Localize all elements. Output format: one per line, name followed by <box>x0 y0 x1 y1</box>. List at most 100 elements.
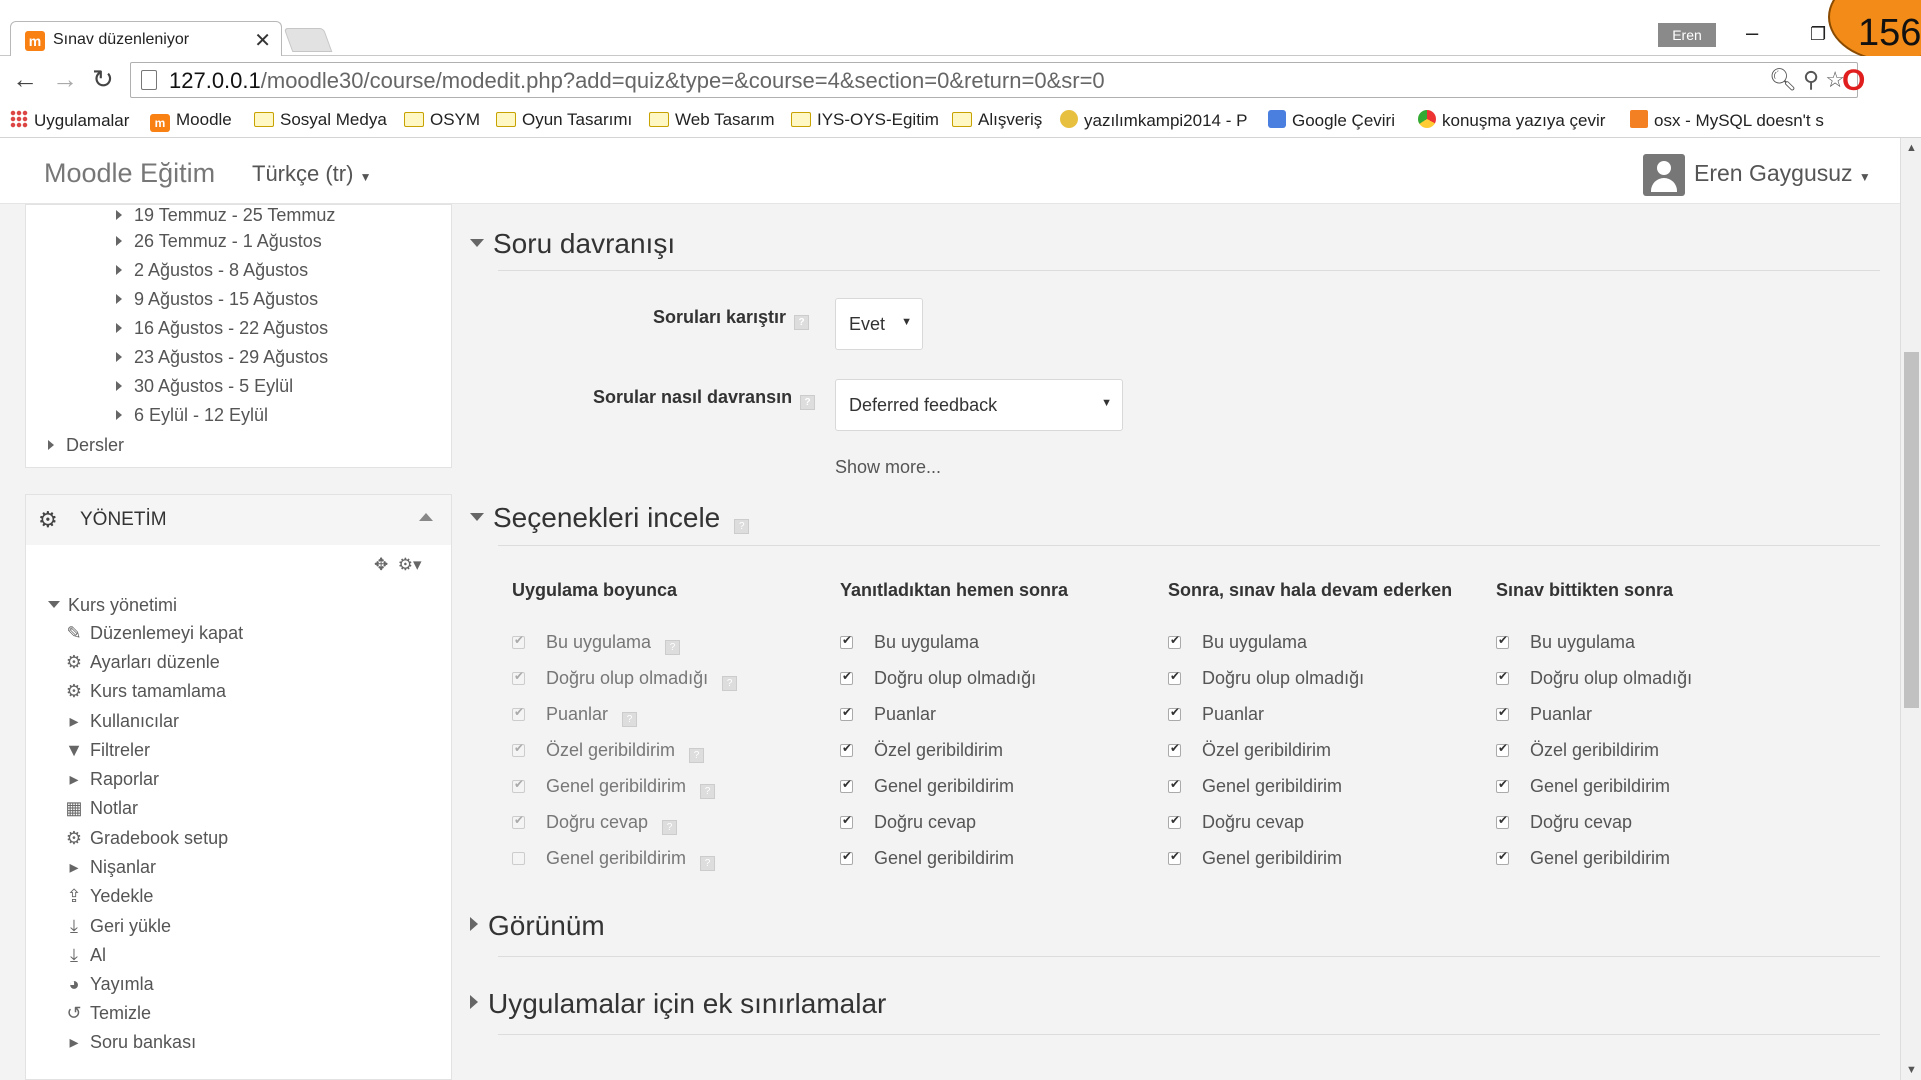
admin-item-yedekle[interactable]: ⇪ Yedekle <box>64 886 153 907</box>
review-option[interactable]: Genel geribildirim <box>1496 776 1670 797</box>
nav-week-item[interactable]: 16 Ağustos - 22 Ağustos <box>116 318 328 339</box>
bookmark-oyun-tasarimi[interactable]: Oyun Tasarımı <box>496 110 632 130</box>
review-option[interactable]: Puanlar <box>840 704 936 725</box>
gear-menu-icon[interactable]: ⚙▾ <box>398 555 422 574</box>
nav-week-item[interactable]: 19 Temmuz - 25 Temmuz <box>116 205 335 226</box>
admin-item-nisanlar[interactable]: ▸ Nişanlar <box>64 857 156 878</box>
scroll-up-icon[interactable]: ▲ <box>1906 142 1917 154</box>
checkbox[interactable] <box>840 777 853 793</box>
admin-item-al[interactable]: ⤓ Al <box>64 945 106 966</box>
review-option[interactable]: Genel geribildirim <box>1496 848 1670 869</box>
help-icon[interactable]: ? <box>665 640 681 655</box>
zoom-icon[interactable]: 🔍︎ <box>1769 67 1797 92</box>
admin-item-notlar[interactable]: ▦ Notlar <box>64 798 138 819</box>
admin-item-filtreler[interactable]: ▼ Filtreler <box>64 740 150 761</box>
review-option[interactable]: Özel geribildirim <box>1496 740 1659 761</box>
back-icon[interactable]: ← <box>12 64 38 95</box>
help-icon[interactable]: ? <box>700 856 716 871</box>
review-option[interactable]: Genel geribildirim <box>840 776 1014 797</box>
page-scrollbar[interactable]: ▲ ▼ <box>1900 138 1921 1080</box>
help-icon[interactable]: ? <box>662 820 678 835</box>
nav-week-item[interactable]: 30 Ağustos - 5 Eylül <box>116 376 293 397</box>
section-review-options[interactable]: Seçenekleri incele? <box>470 502 750 534</box>
bookmark-alisveris[interactable]: Alışveriş <box>952 110 1042 130</box>
checkbox[interactable] <box>1168 669 1181 685</box>
admin-item-raporlar[interactable]: ▸ Raporlar <box>64 769 159 790</box>
checkbox[interactable] <box>1168 741 1181 757</box>
move-icon[interactable]: ✥ <box>374 555 388 574</box>
admin-item-geri-yukle[interactable]: ⤓ Geri yükle <box>64 916 171 937</box>
bookmark-moodle[interactable]: m Moodle <box>150 110 232 132</box>
new-tab-button[interactable] <box>283 28 333 52</box>
address-bar[interactable]: 127.0.0.1/moodle30/course/modedit.php?ad… <box>130 62 1858 98</box>
help-icon[interactable]: ? <box>794 315 810 330</box>
review-option[interactable]: Genel geribildirim <box>1168 776 1342 797</box>
admin-item-ayarlari-duzenle[interactable]: ⚙ Ayarları düzenle <box>64 652 220 673</box>
admin-item-yayimla[interactable]: ◕ Yayımla <box>64 974 154 995</box>
tab-close-icon[interactable]: ✕ <box>254 28 271 53</box>
bookmark-google-ceviri[interactable]: Google Çeviri <box>1268 110 1395 131</box>
restore-icon[interactable]: ❐ <box>1810 24 1826 45</box>
url-text[interactable]: 127.0.0.1/moodle30/course/modedit.php?ad… <box>169 68 1105 94</box>
checkbox[interactable] <box>1496 777 1509 793</box>
nav-week-item[interactable]: 26 Temmuz - 1 Ağustos <box>116 231 322 252</box>
bookmark-apps[interactable]: Uygulamalar <box>10 110 129 131</box>
section-question-behaviour[interactable]: Soru davranışı <box>470 228 675 260</box>
help-icon[interactable]: ? <box>800 395 816 410</box>
scroll-down-icon[interactable]: ▼ <box>1906 1064 1917 1076</box>
nav-week-item[interactable]: 23 Ağustos - 29 Ağustos <box>116 347 328 368</box>
review-option[interactable]: Puanlar <box>1496 704 1592 725</box>
checkbox[interactable] <box>1168 813 1181 829</box>
bookmark-yazilimkampi[interactable]: yazılımkampi2014 - P <box>1060 110 1247 131</box>
forward-icon[interactable]: → <box>52 64 78 95</box>
admin-item-duzenlemeyi-kapat[interactable]: ✎ Düzenlemeyi kapat <box>64 623 243 644</box>
review-option[interactable]: Özel geribildirim <box>840 740 1003 761</box>
review-option[interactable]: Doğru cevap <box>1168 812 1304 833</box>
nav-week-item[interactable]: 6 Eylül - 12 Eylül <box>116 405 268 426</box>
review-option[interactable]: Bu uygulama <box>1168 632 1307 653</box>
review-option[interactable]: Doğru olup olmadığı <box>1496 668 1692 689</box>
checkbox[interactable] <box>1496 741 1509 757</box>
checkbox[interactable] <box>1496 669 1509 685</box>
admin-item-temizle[interactable]: ↺ Temizle <box>64 1003 151 1024</box>
checkbox[interactable] <box>1168 777 1181 793</box>
show-more-link[interactable]: Show more... <box>835 457 941 478</box>
bookmark-mysql[interactable]: osx - MySQL doesn't s <box>1630 110 1824 131</box>
user-menu[interactable]: Eren Gaygusuz ▼ <box>1694 160 1871 187</box>
admin-item-kurs-tamamlama[interactable]: ⚙ Kurs tamamlama <box>64 681 226 702</box>
nav-week-item[interactable]: 2 Ağustos - 8 Ağustos <box>116 260 308 281</box>
checkbox[interactable] <box>1168 849 1181 865</box>
admin-item-gradebook-setup[interactable]: ⚙ Gradebook setup <box>64 828 228 849</box>
bookmark-iys-oys[interactable]: IYS-OYS-Egitim <box>791 110 939 130</box>
checkbox[interactable] <box>1496 633 1509 649</box>
review-option[interactable]: Doğru cevap <box>1496 812 1632 833</box>
checkbox[interactable] <box>840 705 853 721</box>
help-icon[interactable]: ? <box>734 519 750 534</box>
section-extra-restrictions[interactable]: Uygulamalar için ek sınırlamalar <box>470 988 886 1020</box>
review-option[interactable]: Özel geribildirim <box>1168 740 1331 761</box>
minimize-icon[interactable]: – <box>1746 20 1758 46</box>
user-avatar[interactable] <box>1643 154 1685 196</box>
help-icon[interactable]: ? <box>689 748 705 763</box>
review-option[interactable]: Bu uygulama <box>1496 632 1635 653</box>
checkbox[interactable] <box>1168 705 1181 721</box>
checkbox[interactable] <box>840 669 853 685</box>
shuffle-select[interactable]: Evet ▼ <box>835 298 923 350</box>
reload-icon[interactable]: ↻ <box>92 64 114 95</box>
checkbox[interactable] <box>840 813 853 829</box>
review-option[interactable]: Genel geribildirim <box>840 848 1014 869</box>
help-icon[interactable]: ? <box>700 784 716 799</box>
review-option[interactable]: Doğru cevap <box>840 812 976 833</box>
checkbox[interactable] <box>1496 849 1509 865</box>
profile-badge[interactable]: Eren <box>1658 23 1716 47</box>
site-brand[interactable]: Moodle Eğitim <box>44 158 215 189</box>
review-option[interactable]: Puanlar <box>1168 704 1264 725</box>
collapse-icon[interactable] <box>419 513 433 521</box>
review-option[interactable]: Doğru olup olmadığı <box>840 668 1036 689</box>
behaviour-select[interactable]: Deferred feedback ▼ <box>835 379 1123 431</box>
opera-extension-icon[interactable]: O <box>1842 64 1865 98</box>
nav-courses[interactable]: Dersler <box>48 435 124 456</box>
bookmark-sosyal-medya[interactable]: Sosyal Medya <box>254 110 387 130</box>
admin-item-soru-bankasi[interactable]: ▸ Soru bankası <box>64 1032 196 1053</box>
checkbox[interactable] <box>1496 705 1509 721</box>
